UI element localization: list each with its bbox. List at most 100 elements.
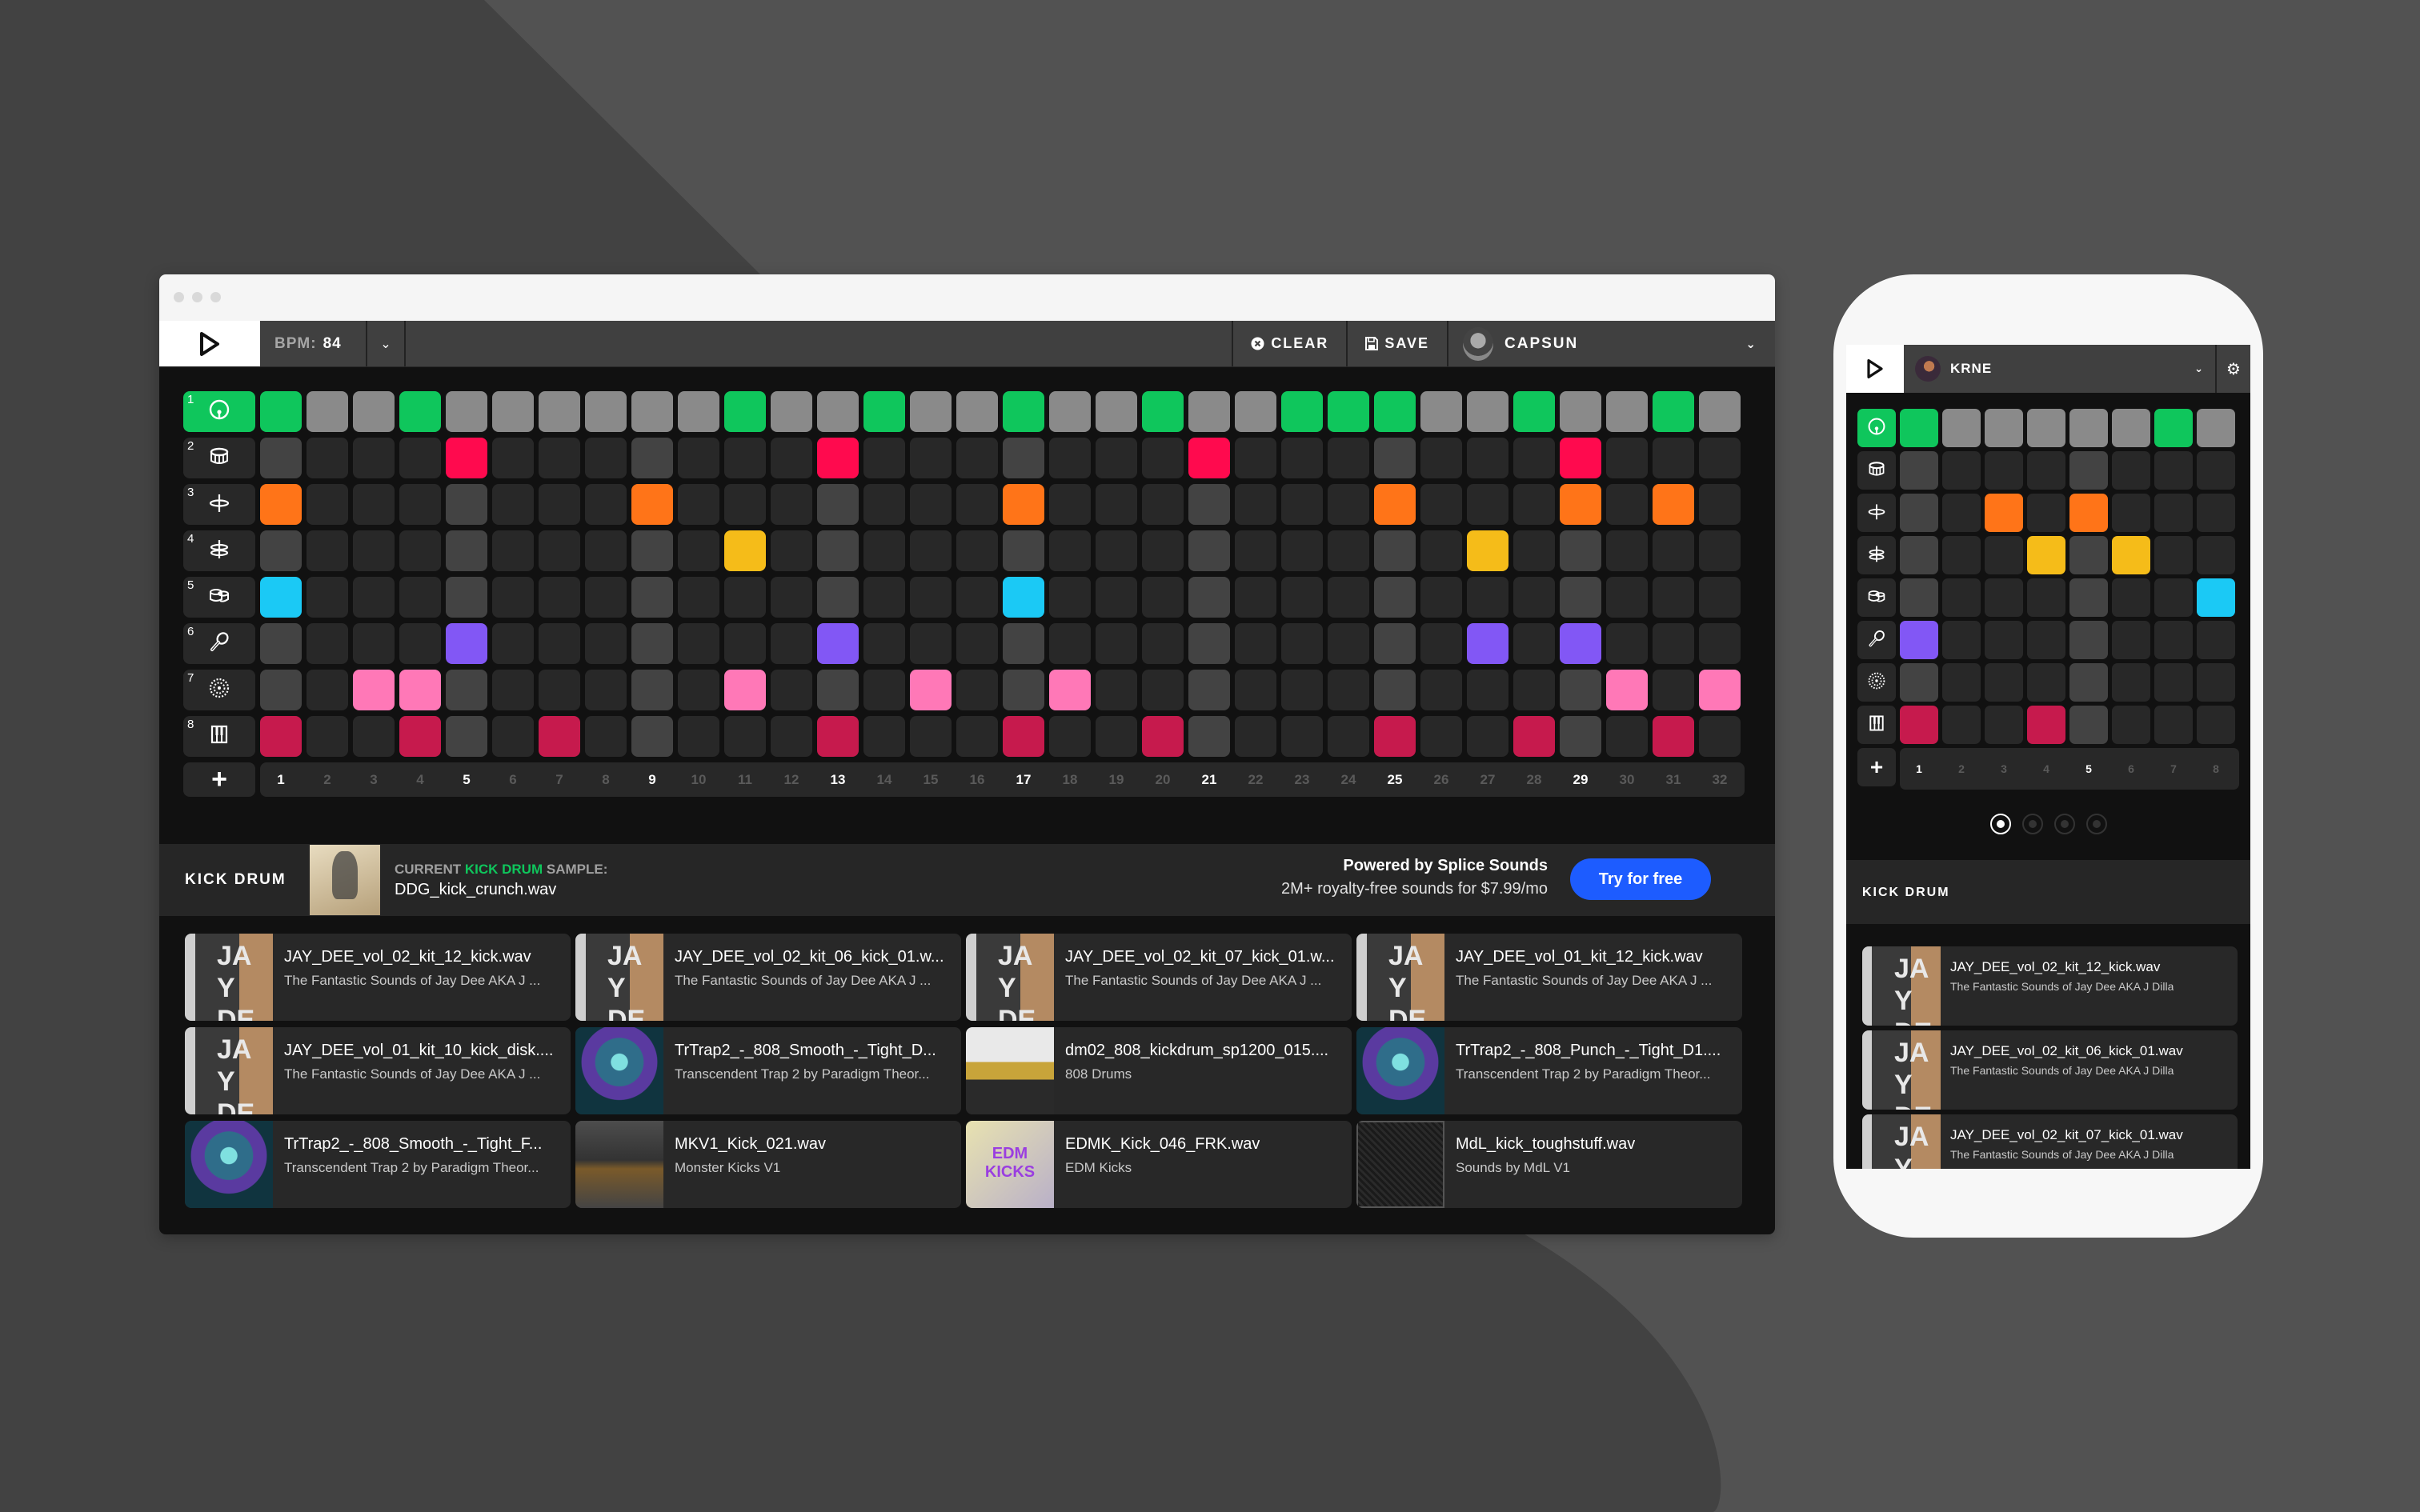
step-cell[interactable] [910,391,952,432]
step-cell[interactable] [1420,391,1462,432]
mobile-step-cell[interactable] [1900,706,1938,744]
step-cell[interactable] [1606,484,1648,525]
step-cell[interactable] [1049,438,1091,478]
mobile-step-cell[interactable] [2154,409,2193,447]
step-cell[interactable] [1049,716,1091,757]
step-cell[interactable] [956,484,998,525]
mobile-track-header-button[interactable] [1857,451,1896,490]
add-track-button[interactable]: + [183,762,255,797]
step-cell[interactable] [1653,438,1694,478]
step-cell[interactable] [724,623,766,664]
step-cell[interactable] [1374,438,1416,478]
step-cell[interactable] [1142,530,1184,571]
step-cell[interactable] [1281,530,1323,571]
mobile-step-cell[interactable] [2197,451,2235,490]
mobile-step-cell[interactable] [2027,494,2065,532]
step-cell[interactable] [910,670,952,710]
mobile-step-cell[interactable] [1942,706,1981,744]
step-cell[interactable] [1699,716,1741,757]
step-cell[interactable] [631,623,673,664]
mobile-step-cell[interactable] [2112,536,2150,574]
mobile-step-cell[interactable] [2112,706,2150,744]
step-cell[interactable] [1699,670,1741,710]
sample-card[interactable]: JAY_DEE_vol_02_kit_07_kick_01.w... The Fa… [966,934,1352,1021]
step-cell[interactable] [771,530,812,571]
step-cell[interactable] [307,391,348,432]
step-cell[interactable] [1420,670,1462,710]
step-cell[interactable] [631,716,673,757]
step-cell[interactable] [678,577,719,618]
mobile-step-cell[interactable] [2069,578,2108,617]
mobile-step-cell[interactable] [2154,494,2193,532]
step-cell[interactable] [492,577,534,618]
step-cell[interactable] [1653,530,1694,571]
mobile-step-cell[interactable] [2154,706,2193,744]
bpm-dropdown-button[interactable]: ⌄ [367,321,406,366]
step-cell[interactable] [817,577,859,618]
step-cell[interactable] [956,391,998,432]
step-cell[interactable] [1188,670,1230,710]
step-cell[interactable] [724,716,766,757]
mobile-step-cell[interactable] [2112,409,2150,447]
step-cell[interactable] [446,484,487,525]
bpm-display[interactable]: BPM: 84 [260,321,367,366]
step-cell[interactable] [771,438,812,478]
mobile-step-cell[interactable] [2154,536,2193,574]
step-cell[interactable] [353,484,395,525]
step-cell[interactable] [631,391,673,432]
step-cell[interactable] [1420,438,1462,478]
mobile-track-header-button[interactable] [1857,621,1896,659]
step-cell[interactable] [307,623,348,664]
step-cell[interactable] [678,623,719,664]
sample-card[interactable]: JAY_DEE_vol_02_kit_12_kick.wav The Fantas… [185,934,571,1021]
mobile-step-cell[interactable] [2197,409,2235,447]
step-cell[interactable] [771,577,812,618]
step-cell[interactable] [399,716,441,757]
step-cell[interactable] [446,623,487,664]
step-cell[interactable] [863,716,905,757]
mobile-step-cell[interactable] [2154,621,2193,659]
step-cell[interactable] [1606,623,1648,664]
step-cell[interactable] [1049,670,1091,710]
step-cell[interactable] [1606,391,1648,432]
sample-card[interactable]: TrTrap2_-_808_Punch_-_Tight_D1.... Transc… [1356,1027,1742,1114]
step-cell[interactable] [1188,484,1230,525]
step-cell[interactable] [307,716,348,757]
page-dot[interactable] [2021,814,2043,834]
step-cell[interactable] [1142,716,1184,757]
step-cell[interactable] [1699,577,1741,618]
mobile-step-cell[interactable] [1985,451,2023,490]
step-cell[interactable] [539,484,580,525]
step-cell[interactable] [1560,670,1601,710]
step-cell[interactable] [1142,577,1184,618]
step-cell[interactable] [1142,670,1184,710]
step-cell[interactable] [539,438,580,478]
step-cell[interactable] [399,623,441,664]
step-cell[interactable] [817,438,859,478]
step-cell[interactable] [1235,530,1276,571]
mobile-track-header-button[interactable] [1857,578,1896,617]
sample-card[interactable]: MdL_kick_toughstuff.wav Sounds by MdL V1 [1356,1121,1742,1208]
mobile-step-cell[interactable] [1942,451,1981,490]
step-cell[interactable] [1560,716,1601,757]
step-cell[interactable] [585,438,627,478]
step-cell[interactable] [1467,623,1508,664]
step-cell[interactable] [1513,670,1555,710]
step-cell[interactable] [399,670,441,710]
step-cell[interactable] [817,716,859,757]
step-cell[interactable] [1606,716,1648,757]
mobile-step-cell[interactable] [2027,451,2065,490]
step-cell[interactable] [1096,577,1137,618]
step-cell[interactable] [771,484,812,525]
mobile-step-cell[interactable] [2069,409,2108,447]
step-cell[interactable] [1281,484,1323,525]
page-dot[interactable] [2053,814,2075,834]
step-cell[interactable] [1003,530,1044,571]
step-cell[interactable] [1235,577,1276,618]
step-cell[interactable] [1003,670,1044,710]
step-cell[interactable] [910,484,952,525]
step-cell[interactable] [631,670,673,710]
mobile-step-cell[interactable] [2069,706,2108,744]
mobile-step-cell[interactable] [1985,706,2023,744]
step-cell[interactable] [1328,716,1369,757]
